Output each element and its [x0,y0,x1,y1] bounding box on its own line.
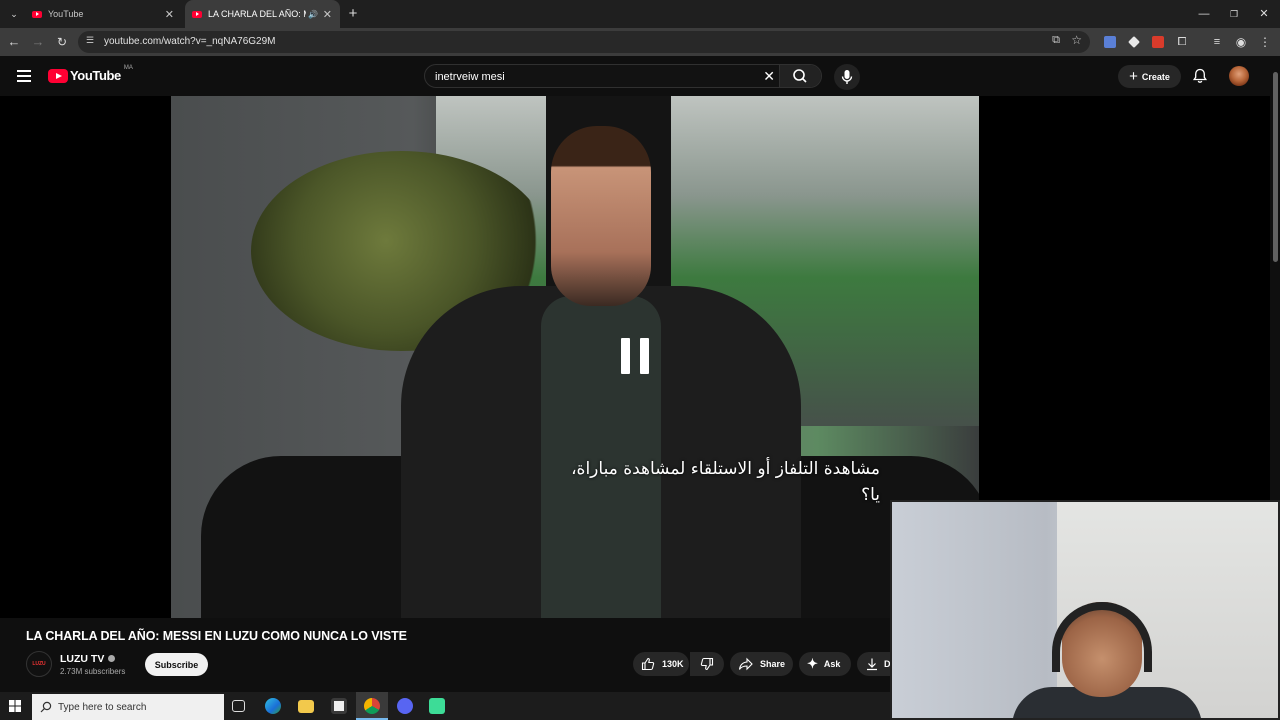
share-label: Share [760,659,786,669]
video-person [401,126,801,618]
extensions-puzzle-icon[interactable]: ⧠ [1172,32,1192,52]
channel-avatar-text: LUZU [32,661,46,667]
search-input[interactable]: inetrveiw mesi [435,71,505,83]
webcam-overlay [890,500,1280,720]
youtube-logo[interactable]: YouTube MA [48,64,133,83]
taskbar-search[interactable]: Type here to search [32,694,224,720]
taskbar-search-placeholder: Type here to search [58,701,147,713]
search-button[interactable] [779,65,821,87]
chrome-icon[interactable] [364,698,380,714]
task-view-icon[interactable] [232,700,245,712]
hamburger-menu-icon[interactable] [17,70,31,85]
channel-name[interactable]: LUZU TV [60,653,116,665]
discord-icon[interactable] [397,698,413,714]
logo-wordmark: YouTube [70,68,121,83]
plus-icon: + [1129,68,1138,85]
notifications-button[interactable] [1192,68,1208,89]
person-head [551,126,651,306]
back-icon[interactable]: ← [4,32,24,52]
like-count: 130K [662,659,684,669]
new-tab-icon[interactable]: + [343,4,363,24]
store-icon[interactable] [331,698,347,714]
tab-label: LA CHARLA DEL AÑO: MESSI EN LUZU COMO NU… [208,9,306,19]
tab-youtube[interactable]: YouTube ✕ [26,0,182,28]
create-button[interactable]: + Create [1118,65,1181,88]
youtube-favicon-icon [32,10,42,18]
media-control-icon[interactable]: ≡ [1207,32,1227,52]
dislike-button[interactable] [690,652,724,676]
app-icon[interactable] [429,698,445,714]
windows-start-icon[interactable] [9,700,21,712]
share-button[interactable]: Share [730,652,793,676]
subscriber-count: 2.73M subscribers [60,667,126,676]
video-title: LA CHARLA DEL AÑO: MESSI EN LUZU COMO NU… [26,629,407,643]
edge-icon[interactable] [265,698,281,714]
search-icon [40,701,52,713]
url-text[interactable]: youtube.com/watch?v=_nqNA76G29M [104,36,276,47]
voice-search-button[interactable] [834,64,860,90]
headset [1052,602,1152,672]
sparkle-icon: ✦ [807,656,818,671]
scrollbar-thumb[interactable] [1273,72,1278,262]
youtube-favicon-icon [192,10,202,18]
browser-menu-icon[interactable]: ⋮ [1255,32,1275,52]
reload-icon[interactable]: ↻ [52,32,72,52]
subtitle-line: مشاهدة التلفاز أو الاستلقاء لمشاهدة مبار… [571,459,880,479]
windows-taskbar: Type here to search [0,692,890,720]
close-tab-icon[interactable]: ✕ [323,8,332,21]
tab-search-icon[interactable]: ⌄ [4,4,24,24]
subscribe-button[interactable]: Subscribe [145,653,208,676]
subtitles: مشاهدة التلفاز أو الاستلقاء لمشاهدة مبار… [540,456,880,508]
ask-label: Ask [823,659,841,669]
thumbs-up-icon [641,657,655,671]
site-info-icon[interactable]: ☰ [86,35,94,46]
share-icon [738,657,753,671]
extension-icon[interactable] [1152,36,1164,48]
thumbs-down-icon [700,657,714,671]
verified-icon [108,655,116,662]
webcam-person [1012,592,1202,718]
pause-icon[interactable] [620,338,652,378]
bell-icon [1192,68,1208,83]
like-button[interactable]: 130K [633,652,689,676]
subtitle-line: يا؟ [861,485,880,505]
search-box[interactable]: inetrveiw mesi ✕ [424,64,822,88]
restore-icon[interactable]: ❐ [1218,0,1250,28]
browser-tab-strip: ⌄ YouTube ✕ LA CHARLA DEL AÑO: MESSI EN … [0,0,1280,28]
create-label: Create [1141,71,1170,82]
youtube-header: YouTube MA inetrveiw mesi ✕ + Create [0,56,1280,96]
clear-search-icon[interactable]: ✕ [763,68,775,85]
youtube-play-logo-icon [48,68,68,83]
minimize-icon[interactable]: — [1188,0,1220,28]
file-explorer-icon[interactable] [298,700,314,713]
close-tab-icon[interactable]: ✕ [165,8,174,21]
cast-icon[interactable]: ⧉ [1052,34,1060,47]
translate-extension-icon[interactable] [1104,36,1116,48]
profile-icon[interactable]: ◉ [1231,32,1251,52]
channel-name-text[interactable]: LUZU TV [60,653,104,665]
channel-avatar[interactable]: LUZU [26,651,52,677]
tab-label: YouTube [48,9,84,19]
chrome-taskbar-active[interactable] [356,692,388,720]
close-window-icon[interactable]: ✕ [1248,0,1280,28]
microphone-icon [841,70,853,84]
address-bar-row: ← → ↻ ☰ youtube.com/watch?v=_nqNA76G29M … [0,28,1280,56]
page-scrollbar[interactable] [1270,56,1280,500]
tab-video[interactable]: LA CHARLA DEL AÑO: MESSI EN LUZU COMO NU… [185,0,340,28]
bookmark-star-icon[interactable]: ☆ [1071,33,1082,47]
omnibox[interactable]: ☰ youtube.com/watch?v=_nqNA76G29M ⧉ ☆ [78,31,1090,53]
video-frame[interactable] [171,96,979,618]
search-icon [793,69,807,83]
download-icon [867,658,877,671]
forward-icon[interactable]: → [28,32,48,52]
region-code: MA [123,64,133,71]
account-avatar[interactable] [1229,66,1249,86]
ask-button[interactable]: ✦ Ask [799,652,851,676]
extension-icon[interactable] [1128,36,1140,48]
audio-playing-icon[interactable]: 🔊 [308,10,318,19]
